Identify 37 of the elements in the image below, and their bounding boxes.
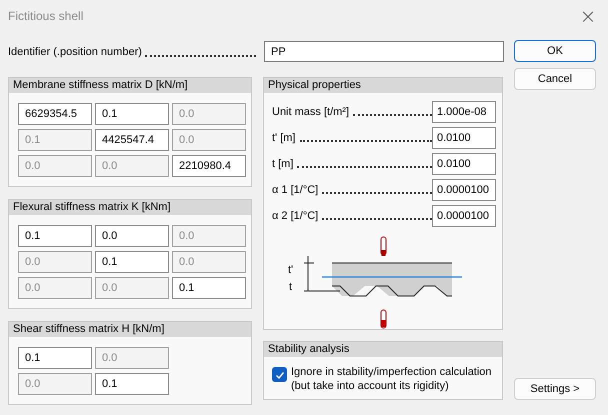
settings-button[interactable]: Settings >: [514, 378, 596, 400]
matrix-field[interactable]: 4425547.4: [95, 129, 169, 151]
property-field[interactable]: 0.0000100: [432, 179, 496, 201]
property-label: t' [m]: [272, 132, 296, 144]
matrix-field[interactable]: 0.1: [18, 347, 92, 369]
matrix-field[interactable]: 0.1: [95, 251, 169, 273]
property-field[interactable]: 0.0000100: [432, 205, 496, 227]
property-field[interactable]: 0.0100: [432, 153, 496, 175]
checkbox[interactable]: [272, 367, 287, 382]
dimension-label: t': [288, 264, 294, 276]
identifier-label: Identifier (.position number): [8, 46, 142, 58]
checkbox-label: Ignore in stability/imperfection calculation (but take into account its rigidity): [291, 365, 493, 393]
matrix-field[interactable]: 0.1: [172, 277, 246, 299]
cancel-button[interactable]: Cancel: [514, 68, 596, 90]
group-header: Flexural stiffness matrix K [kNm]: [9, 200, 251, 215]
identifier-field[interactable]: PP: [264, 41, 504, 62]
group-header: Physical properties: [264, 78, 502, 93]
close-button[interactable]: ×: [568, 0, 608, 32]
matrix-field[interactable]: 0.1: [95, 103, 169, 125]
matrix-field[interactable]: 0.0: [95, 225, 169, 247]
property-label: α 2 [1/°C]: [272, 210, 318, 222]
window-title: Fictitious shell: [8, 9, 84, 23]
ok-button[interactable]: OK: [514, 40, 596, 62]
matrix-field[interactable]: 2210980.4: [172, 155, 246, 177]
matrix-field[interactable]: 0.1: [18, 225, 92, 247]
property-field[interactable]: 1.000e-08: [432, 101, 496, 123]
property-label: Unit mass [t/m²]: [272, 106, 350, 118]
group-header: Stability analysis: [264, 342, 502, 357]
property-label: t [m]: [272, 158, 294, 170]
matrix-field[interactable]: 6629354.5: [18, 103, 92, 125]
property-field[interactable]: 0.0100: [432, 127, 496, 149]
matrix-field[interactable]: 0.1: [95, 373, 169, 395]
thermometer-icon: [380, 236, 386, 256]
property-label: α 1 [1/°C]: [272, 184, 318, 196]
group-header: Membrane stiffness matrix D [kN/m]: [9, 78, 251, 93]
dimension-label: t: [289, 281, 292, 293]
group-header: Shear stiffness matrix H [kN/m]: [9, 322, 251, 337]
